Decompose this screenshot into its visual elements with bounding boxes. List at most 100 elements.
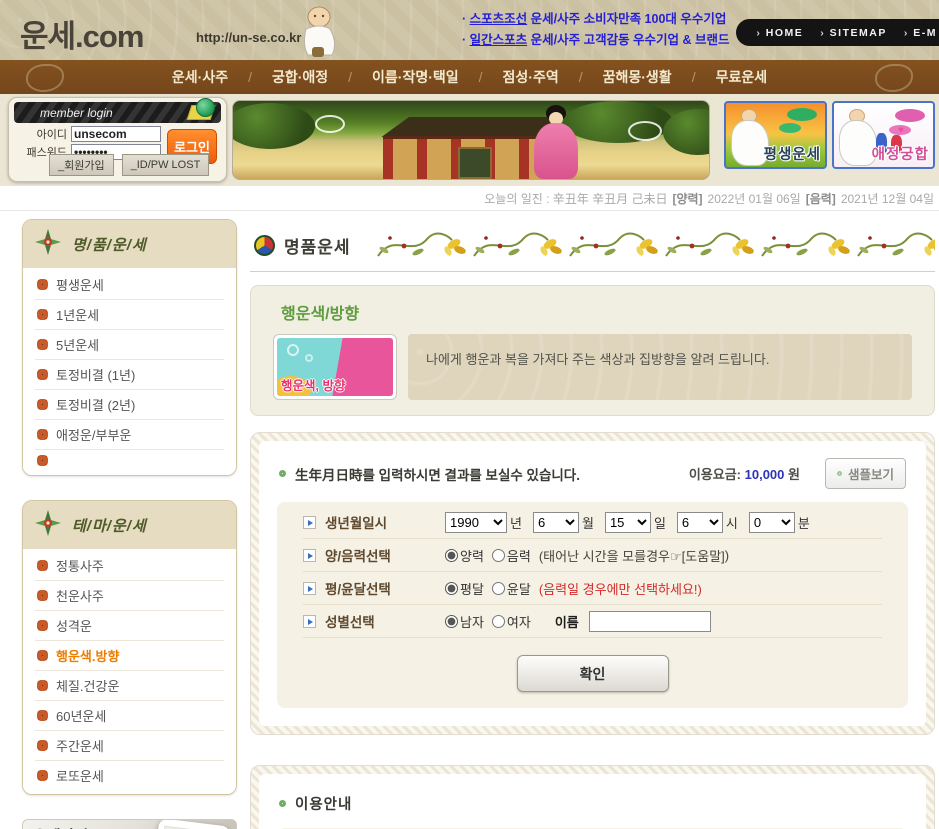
birth-hour-select[interactable]: 6 [677, 512, 723, 533]
sitemap-link[interactable]: SITEMAP [820, 27, 887, 39]
promo-link-2[interactable]: 일간스포츠 운세/사주 고객감동 우수기업 & 브랜드 [462, 30, 730, 51]
fee-value: 10,000 [745, 467, 785, 482]
flower-bullet-icon [37, 455, 48, 466]
arrow-icon [303, 582, 316, 595]
nav-item-naming[interactable]: 이름·작명·택일 [328, 67, 459, 87]
solar-date: 2022년 01월 06일 [708, 190, 801, 207]
home-link[interactable]: HOME [756, 27, 803, 39]
sidebar-item-love[interactable]: 애정운/부부운 [35, 420, 224, 450]
lunar-tag: [음력] [806, 190, 836, 207]
arrow-icon [303, 549, 316, 562]
premium-fortune-menu: 명/품/운/세 평생운세 1년운세 5년운세 토정비결 (1년) 토정비결 (2… [22, 219, 237, 476]
flower-bullet-icon [37, 279, 48, 290]
id-pw-lost-button[interactable]: _ID/PW LOST [122, 154, 210, 176]
sidebar-item-lifetime[interactable]: 평생운세 [35, 270, 224, 300]
member-login-panel: member login 아이디 패스워드 로그인 _회원가입 _ID/PW L… [8, 97, 227, 182]
promo-links: 스포츠조선 운세/사주 소비자만족 100대 우수기업 일간스포츠 운세/사주 … [462, 9, 730, 51]
form-notice: 生年月日時를 입력하시면 결과를 보실수 있습니다. [295, 464, 580, 484]
banner-label: 애정궁합 [872, 143, 929, 164]
confirm-button[interactable]: 확인 [517, 655, 669, 692]
id-input[interactable] [71, 126, 161, 142]
arrow-icon [303, 615, 316, 628]
solar-radio[interactable] [445, 549, 458, 562]
sidebar: 명/품/운/세 평생운세 1년운세 5년운세 토정비결 (1년) 토정비결 (2… [22, 219, 237, 829]
lifetime-fortune-banner[interactable]: 평생운세 [724, 101, 827, 169]
sidebar-item-traditional-saju[interactable]: 정통사주 [35, 551, 224, 581]
sidebar-item-lucky-color-direction[interactable]: 행운색.방향 [35, 641, 224, 671]
leap-month-radio[interactable] [492, 582, 505, 595]
guide-header: 이용안내 [271, 784, 914, 828]
top-header: 운세.com http://un-se.co.kr 스포츠조선 운세/사주 소비… [0, 0, 939, 60]
flower-bullet-icon [37, 680, 48, 691]
flower-bullet-icon [37, 309, 48, 320]
menu-header: 명/품/운/세 [23, 220, 236, 268]
banner-strip: member login 아이디 패스워드 로그인 _회원가입 _ID/PW L… [0, 94, 939, 186]
sidebar-item-60year[interactable]: 60년운세 [35, 701, 224, 731]
product-intro-box: 행운색/방향 행운색, 방향 나에게 행운과 복을 가져다 주는 색상과 집방향… [250, 285, 935, 416]
normal-month-radio[interactable] [445, 582, 458, 595]
cloud-decoration [628, 121, 662, 141]
green-bullet-icon [279, 800, 286, 807]
cloud-decoration [895, 109, 925, 122]
nav-item-dream[interactable]: 꿈해몽·생활 [559, 67, 672, 87]
login-title: member login [40, 106, 113, 120]
nav-item-free[interactable]: 무료운세 [672, 67, 767, 87]
sidebar-item-tojeong1[interactable]: 토정비결 (1년) [35, 360, 224, 390]
arrow-icon [303, 516, 316, 529]
today-prefix: 오늘의 일진 : 辛丑年 辛丑月 己未日 [484, 190, 667, 207]
sidebar-item-1year[interactable]: 1년운세 [35, 300, 224, 330]
theme-fortune-menu: 테/마/운/세 정통사주 천운사주 성격운 행운색.방향 체질.건강운 60년운… [22, 500, 237, 795]
name-input[interactable] [589, 611, 711, 632]
flower-bullet-icon [37, 429, 48, 440]
sample-view-button[interactable]: 샘플보기 [825, 458, 906, 489]
flower-bullet-icon [37, 590, 48, 601]
sidebar-item-lotto[interactable]: 로또운세 [35, 761, 224, 790]
lunar-radio[interactable] [492, 549, 505, 562]
ring-bullet-icon [837, 471, 842, 476]
flower-bullet-icon [37, 770, 48, 781]
form-fieldset: 생년월일시 1990 년 6 월 15 일 6 시 0 분 양/음력선택 [277, 502, 908, 708]
sidebar-item-tojeong2[interactable]: 토정비결 (2년) [35, 390, 224, 420]
fortune-input-box: 生年月日時를 입력하시면 결과를 보실수 있습니다. 이용요금: 10,000 … [250, 432, 935, 735]
love-compatibility-banner[interactable]: ♥ 애정궁합 [832, 101, 935, 169]
solar-tag: [양력] [672, 190, 702, 207]
sidebar-item-cheonun-saju[interactable]: 천운사주 [35, 581, 224, 611]
email-link[interactable]: E-M [904, 27, 937, 39]
mobile-web-banner[interactable]: 운세닷컴 모바일 웹 바로가기! [22, 819, 237, 829]
banner-label: 평생운세 [764, 143, 821, 164]
flower-bullet-icon [37, 369, 48, 380]
help-link[interactable]: [도움말] [682, 546, 725, 565]
flower-ornament-icon [33, 508, 63, 543]
promo-link-1[interactable]: 스포츠조선 운세/사주 소비자만족 100대 우수기업 [462, 9, 730, 30]
male-radio[interactable] [445, 615, 458, 628]
fee-text: 이용요금: 10,000 원 [689, 464, 800, 483]
main-navigation: 운세·사주 궁합·애정 이름·작명·택일 점성·주역 꿈해몽·생활 무료운세 [0, 60, 939, 94]
site-logo[interactable]: 운세.com [20, 11, 143, 56]
signup-button[interactable]: _회원가입 [49, 154, 114, 176]
usage-guide-box: 이용안내 결제수단 카드결제, 휴대폰결제, 일반전화결제, 계좌이체 사주결과… [250, 765, 935, 829]
form-header: 生年月日時를 입력하시면 결과를 보실수 있습니다. 이용요금: 10,000 … [271, 451, 914, 502]
page-title: 명품운세 [284, 233, 351, 258]
birth-minute-select[interactable]: 0 [749, 512, 795, 533]
product-image-caption: 행운색, 방향 [281, 375, 345, 394]
flower-ornament-icon [33, 227, 63, 262]
sidebar-item-weekly[interactable]: 주간운세 [35, 731, 224, 761]
id-label: 아이디 [15, 126, 67, 142]
female-radio[interactable] [492, 615, 505, 628]
sidebar-item-personality[interactable]: 성격운 [35, 611, 224, 641]
product-thumbnail[interactable]: 행운색, 방향 [273, 334, 397, 400]
flower-bullet-icon [37, 650, 48, 661]
sidebar-item-5year[interactable]: 5년운세 [35, 330, 224, 360]
nav-item-astrology[interactable]: 점성·주역 [459, 67, 559, 87]
calendar-type-row: 양/음력선택 양력 음력 (태어난 시간을 모를경우☞ [도움말] ) [303, 539, 882, 572]
sidebar-item-health[interactable]: 체질.건강운 [35, 671, 224, 701]
product-title: 행운색/방향 [281, 300, 912, 324]
sidebar-item-career[interactable] [35, 450, 224, 471]
birth-year-select[interactable]: 1990 [445, 512, 507, 533]
birth-day-select[interactable]: 15 [605, 512, 651, 533]
birth-month-select[interactable]: 6 [533, 512, 579, 533]
nav-item-gunghap[interactable]: 궁합·애정 [228, 67, 328, 87]
flower-bullet-icon [37, 710, 48, 721]
leap-month-row: 평/윤달선택 평달 윤달 (음력일 경우에만 선택하세요!) [303, 572, 882, 605]
nav-item-unse-saju[interactable]: 운세·사주 [172, 67, 228, 87]
